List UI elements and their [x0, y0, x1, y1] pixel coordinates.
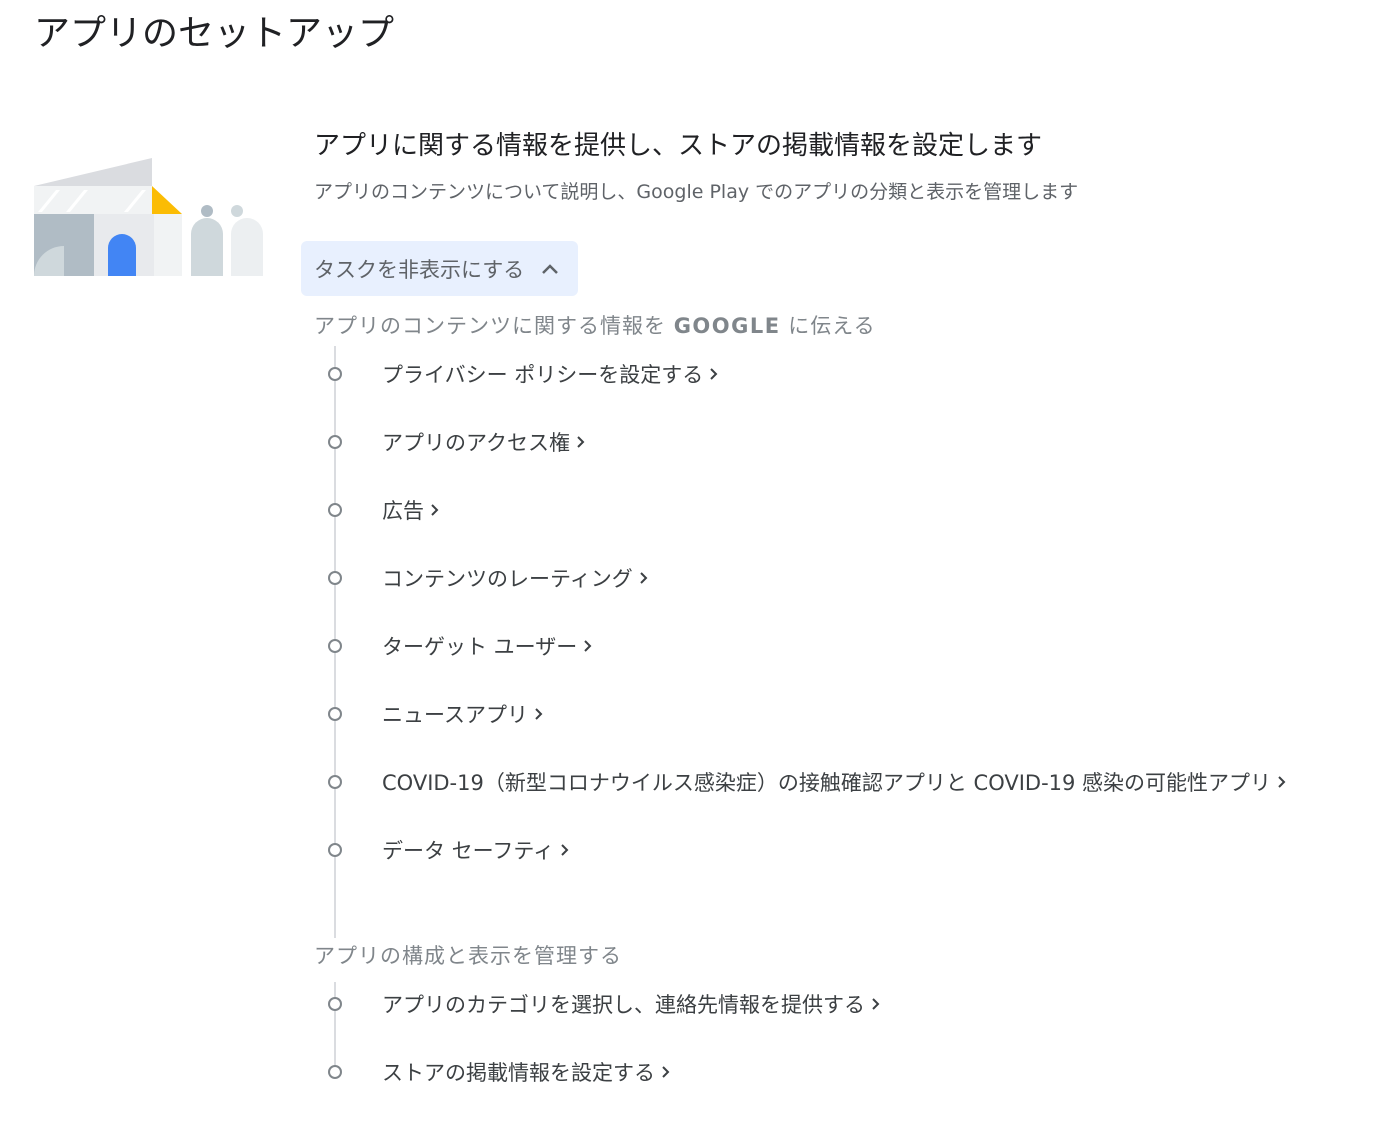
- card-heading: アプリに関する情報を提供し、ストアの掲載情報を設定します: [314, 131, 1043, 161]
- chevron-right-icon: [584, 640, 592, 652]
- task-status-dot: [328, 435, 342, 449]
- section-header-manage-app: アプリの構成と表示を管理する: [314, 944, 622, 968]
- chevron-right-icon: [1278, 776, 1286, 788]
- task-label: プライバシー ポリシーを設定する: [382, 363, 704, 387]
- setup-illustration: [34, 158, 263, 276]
- task-status-dot: [328, 571, 342, 585]
- task-status-dot: [328, 707, 342, 721]
- chevron-right-icon: [710, 368, 718, 380]
- chevron-right-icon: [662, 1066, 670, 1078]
- task-label: ターゲット ユーザー: [382, 635, 578, 659]
- task-label: コンテンツのレーティング: [382, 567, 633, 591]
- task-label: データ セーフティ: [382, 839, 555, 863]
- task-label: アプリのカテゴリを選択し、連絡先情報を提供する: [382, 993, 865, 1017]
- task-status-dot: [328, 997, 342, 1011]
- hide-tasks-button[interactable]: タスクを非表示にする: [301, 241, 579, 296]
- task-label: ニュースアプリ: [382, 703, 528, 727]
- task-status-dot: [328, 639, 342, 653]
- chevron-right-icon: [535, 708, 543, 720]
- chevron-right-icon: [431, 504, 439, 516]
- page-title: アプリのセットアップ: [34, 13, 395, 54]
- chevron-right-icon: [872, 998, 880, 1010]
- task-label: アプリのアクセス権: [382, 431, 570, 455]
- chevron-right-icon: [640, 572, 648, 584]
- hide-tasks-label: タスクを非表示にする: [314, 257, 525, 282]
- task-label: 広告: [382, 499, 424, 523]
- section-header-content-info: アプリのコンテンツに関する情報を GOOGLE に伝える: [314, 314, 876, 338]
- task-status-dot: [328, 503, 342, 517]
- card-description: アプリのコンテンツについて説明し、Google Play でのアプリの分類と表示…: [314, 181, 1079, 203]
- task-label: ストアの掲載情報を設定する: [382, 1061, 655, 1085]
- task-status-dot: [328, 843, 342, 857]
- chevron-up-icon: [542, 263, 559, 274]
- task-status-dot: [328, 775, 342, 789]
- chevron-right-icon: [577, 436, 585, 448]
- task-label: COVID-19（新型コロナウイルス感染症）の接触確認アプリと COVID-19…: [382, 771, 1272, 795]
- chevron-right-icon: [561, 844, 569, 856]
- task-status-dot: [328, 367, 342, 381]
- setup-card: アプリに関する情報を提供し、ストアの掲載情報を設定します アプリのコンテンツにつ…: [301, 122, 1374, 1085]
- task-status-dot: [328, 1065, 342, 1079]
